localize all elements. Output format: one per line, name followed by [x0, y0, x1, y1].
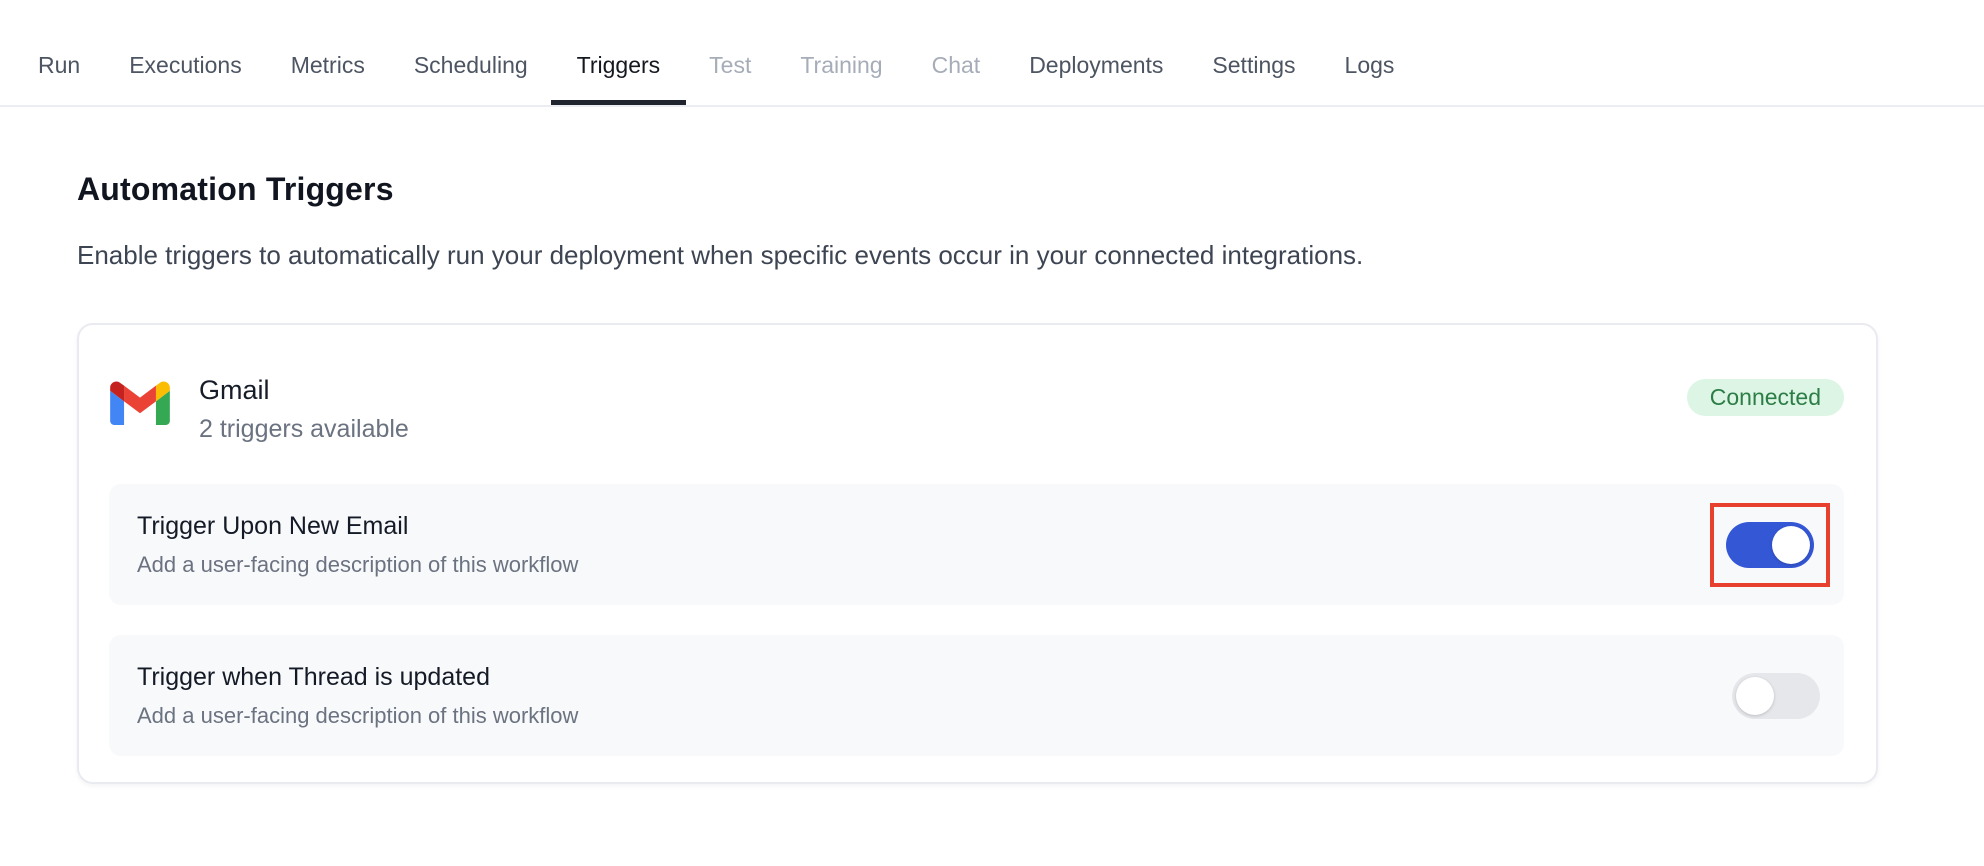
gmail-icon [109, 378, 171, 425]
page-title: Automation Triggers [77, 171, 1878, 208]
tab-settings[interactable]: Settings [1212, 26, 1295, 105]
tab-test: Test [709, 26, 751, 105]
integration-text: Gmail 2 triggers available [199, 375, 409, 444]
toggle-knob [1736, 677, 1774, 715]
trigger-description: Add a user-facing description of this wo… [137, 703, 578, 729]
trigger-text: Trigger Upon New Email Add a user-facing… [137, 512, 578, 578]
integration-card-header: Gmail 2 triggers available Connected [109, 375, 1844, 444]
tab-triggers[interactable]: Triggers [577, 26, 661, 105]
tab-deployments[interactable]: Deployments [1029, 26, 1163, 105]
annotation-highlight-box [1710, 503, 1830, 587]
tab-chat: Chat [932, 26, 981, 105]
tab-executions[interactable]: Executions [129, 26, 242, 105]
connected-status-badge: Connected [1687, 379, 1844, 416]
toggle-trigger-upon-new-email[interactable] [1726, 522, 1814, 568]
tab-logs[interactable]: Logs [1345, 26, 1395, 105]
gmail-integration-card: Gmail 2 triggers available Connected Tri… [77, 323, 1878, 784]
trigger-text: Trigger when Thread is updated Add a use… [137, 663, 578, 729]
toggle-trigger-thread-updated[interactable] [1732, 673, 1820, 719]
trigger-row-thread-updated: Trigger when Thread is updated Add a use… [109, 635, 1844, 756]
tab-metrics[interactable]: Metrics [291, 26, 365, 105]
tab-bar: Run Executions Metrics Scheduling Trigge… [0, 0, 1984, 107]
toggle-knob [1772, 526, 1810, 564]
trigger-title: Trigger when Thread is updated [137, 663, 578, 692]
integration-name: Gmail [199, 375, 409, 406]
tab-run[interactable]: Run [38, 26, 80, 105]
tab-scheduling[interactable]: Scheduling [414, 26, 528, 105]
page-description: Enable triggers to automatically run you… [77, 240, 1878, 271]
trigger-description: Add a user-facing description of this wo… [137, 552, 578, 578]
tab-training: Training [800, 26, 882, 105]
integration-subtitle: 2 triggers available [199, 415, 409, 444]
trigger-row-new-email: Trigger Upon New Email Add a user-facing… [109, 484, 1844, 605]
integration-identity: Gmail 2 triggers available [109, 375, 409, 444]
triggers-page: Automation Triggers Enable triggers to a… [77, 171, 1878, 784]
trigger-title: Trigger Upon New Email [137, 512, 578, 541]
